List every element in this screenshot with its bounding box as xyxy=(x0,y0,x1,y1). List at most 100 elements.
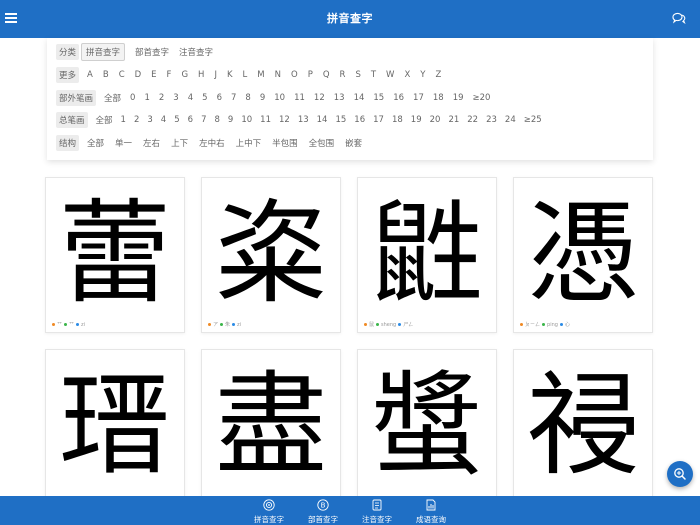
radical-strokes-option[interactable]: 10 xyxy=(274,93,285,103)
character-card[interactable]: 蕾 艹 艹 zi xyxy=(45,177,185,333)
total-strokes-option[interactable]: 15 xyxy=(335,115,346,125)
letter-option[interactable]: M xyxy=(257,70,264,80)
structure-option[interactable]: 嵌套 xyxy=(345,137,362,149)
character-card[interactable]: 鼪 鼠 sheng ㄕㄥ xyxy=(357,177,497,333)
letter-option[interactable]: E xyxy=(151,70,156,80)
total-strokes-option[interactable]: 7 xyxy=(201,115,206,125)
total-strokes-option[interactable]: 9 xyxy=(228,115,233,125)
character-card[interactable]: 粢 ア 朱 zi xyxy=(201,177,341,333)
total-strokes-option[interactable]: 19 xyxy=(411,115,422,125)
radical-strokes-option[interactable]: 7 xyxy=(231,93,236,103)
total-strokes-option[interactable]: 8 xyxy=(214,115,219,125)
letter-option[interactable]: D xyxy=(135,70,142,80)
character-card[interactable]: 憑 ㄆㄧㄥ ping 心 xyxy=(513,177,653,333)
category-pinyin[interactable]: 拼音查字 xyxy=(81,42,126,61)
total-strokes-option[interactable]: 20 xyxy=(430,115,441,125)
total-strokes-option[interactable]: 18 xyxy=(392,115,403,125)
total-strokes-option[interactable]: 16 xyxy=(354,115,365,125)
letter-option[interactable]: X xyxy=(404,70,410,80)
total-strokes-option[interactable]: 5 xyxy=(174,115,179,125)
structure-option[interactable]: 左右 xyxy=(143,137,160,149)
character-card[interactable]: 祲 xyxy=(513,349,653,505)
letter-option[interactable]: G xyxy=(181,70,188,80)
total-strokes-option[interactable]: 17 xyxy=(373,115,384,125)
letter-option[interactable]: S xyxy=(355,70,360,80)
letter-option[interactable]: N xyxy=(275,70,281,80)
letter-option[interactable]: L xyxy=(243,70,248,80)
total-strokes-option[interactable]: 23 xyxy=(486,115,497,125)
radical-strokes-option[interactable]: 2 xyxy=(159,93,164,103)
radical-strokes-option[interactable]: 13 xyxy=(334,93,345,103)
structure-option[interactable]: 上中下 xyxy=(236,137,262,149)
radical-strokes-option[interactable]: 8 xyxy=(245,93,250,103)
letter-option[interactable]: H xyxy=(198,70,204,80)
radical-strokes-option[interactable]: 19 xyxy=(453,93,464,103)
letter-option[interactable]: O xyxy=(291,70,298,80)
radical-strokes-option[interactable]: 4 xyxy=(188,93,193,103)
letter-option[interactable]: C xyxy=(119,70,125,80)
chat-icon[interactable] xyxy=(672,12,686,24)
structure-option[interactable]: 半包围 xyxy=(272,137,298,149)
radical-strokes-option[interactable]: 3 xyxy=(173,93,178,103)
total-strokes-option[interactable]: 4 xyxy=(161,115,166,125)
total-strokes-option[interactable]: 14 xyxy=(317,115,328,125)
card-meta: ア 朱 zi xyxy=(206,321,241,328)
card-meta: 艹 艹 zi xyxy=(50,321,85,328)
total-strokes-option[interactable]: 21 xyxy=(448,115,459,125)
category-radical[interactable]: 部首查字 xyxy=(135,46,169,58)
radical-strokes-option[interactable]: 17 xyxy=(413,93,424,103)
letter-option[interactable]: Y xyxy=(420,70,425,80)
radical-strokes-option[interactable]: 0 xyxy=(130,93,135,103)
radical-strokes-option[interactable]: 6 xyxy=(217,93,222,103)
nav-zhuyin[interactable]: 注音查字 xyxy=(347,496,407,525)
radical-strokes-option[interactable]: 12 xyxy=(314,93,325,103)
character-card[interactable]: 螿 xyxy=(357,349,497,505)
letter-option[interactable]: J xyxy=(214,70,217,80)
radical-strokes-option[interactable]: 14 xyxy=(354,93,365,103)
radical-strokes-option[interactable]: 1 xyxy=(144,93,149,103)
radical-strokes-option[interactable]: 5 xyxy=(202,93,207,103)
letter-option[interactable]: R xyxy=(340,70,346,80)
total-strokes-option[interactable]: 22 xyxy=(467,115,478,125)
structure-option[interactable]: 上下 xyxy=(171,137,188,149)
nav-pinyin[interactable]: 拼音查字 xyxy=(239,496,299,525)
structure-row: 结构 全部 单一 左右 上下 左中右 上中下 半包围 全包围 嵌套 xyxy=(56,134,373,151)
nav-idiom[interactable]: 成语查询 xyxy=(401,496,461,525)
radical-strokes-option[interactable]: 15 xyxy=(373,93,384,103)
letter-option[interactable]: W xyxy=(386,70,394,80)
radical-strokes-option[interactable]: 9 xyxy=(260,93,265,103)
structure-option[interactable]: 单一 xyxy=(115,137,132,149)
category-zhuyin[interactable]: 注音查字 xyxy=(179,46,213,58)
total-strokes-option[interactable]: 24 xyxy=(505,115,516,125)
total-strokes-option[interactable]: 3 xyxy=(147,115,152,125)
letter-option[interactable]: T xyxy=(371,70,376,80)
total-strokes-option[interactable]: 13 xyxy=(298,115,309,125)
letter-option[interactable]: K xyxy=(227,70,233,80)
radical-strokes-option[interactable]: 18 xyxy=(433,93,444,103)
zoom-search-button[interactable] xyxy=(667,461,693,487)
total-strokes-option[interactable]: 1 xyxy=(121,115,126,125)
radical-strokes-option[interactable]: 全部 xyxy=(104,92,121,104)
structure-option[interactable]: 全包围 xyxy=(309,137,335,149)
total-strokes-option[interactable]: 10 xyxy=(241,115,252,125)
character-card[interactable]: 盡 xyxy=(201,349,341,505)
letter-option[interactable]: Q xyxy=(323,70,330,80)
total-strokes-option[interactable]: 11 xyxy=(260,115,271,125)
radical-strokes-option[interactable]: ≥20 xyxy=(473,93,491,103)
total-strokes-option[interactable]: ≥25 xyxy=(524,115,542,125)
character-card[interactable]: 瑨 xyxy=(45,349,185,505)
letter-option[interactable]: Z xyxy=(435,70,441,80)
letter-option[interactable]: B xyxy=(103,70,109,80)
radical-strokes-option[interactable]: 16 xyxy=(393,93,404,103)
letter-option[interactable]: P xyxy=(308,70,313,80)
total-strokes-option[interactable]: 全部 xyxy=(96,114,113,126)
letter-option[interactable]: A xyxy=(87,70,93,80)
structure-option[interactable]: 全部 xyxy=(87,137,104,149)
radical-strokes-option[interactable]: 11 xyxy=(294,93,305,103)
structure-option[interactable]: 左中右 xyxy=(199,137,225,149)
letter-option[interactable]: F xyxy=(167,70,172,80)
total-strokes-option[interactable]: 2 xyxy=(134,115,139,125)
total-strokes-option[interactable]: 6 xyxy=(188,115,193,125)
total-strokes-option[interactable]: 12 xyxy=(279,115,290,125)
nav-radical[interactable]: B 部首查字 xyxy=(293,496,353,525)
